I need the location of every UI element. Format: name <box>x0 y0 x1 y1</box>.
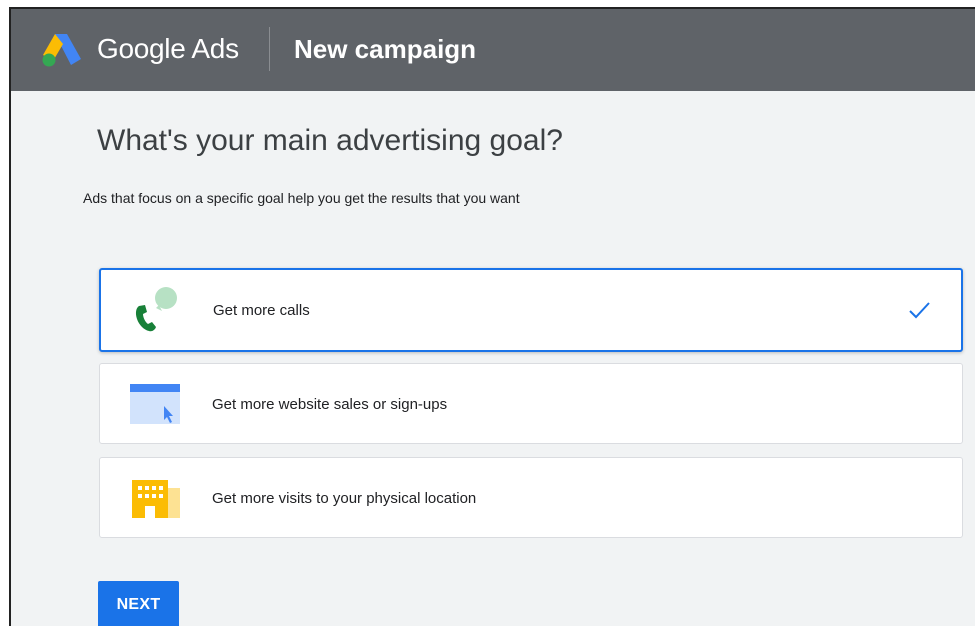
google-ads-logo-icon <box>42 34 81 67</box>
goal-question-heading: What's your main advertising goal? <box>97 124 563 157</box>
goal-description: Ads that focus on a specific goal help y… <box>83 190 520 206</box>
goal-option-calls[interactable]: Get more calls <box>99 268 963 352</box>
next-button[interactable]: NEXT <box>98 581 179 626</box>
header-divider <box>269 27 270 71</box>
goal-label: Get more calls <box>213 302 310 319</box>
goal-option-location[interactable]: Get more visits to your physical locatio… <box>99 457 963 538</box>
goal-option-website[interactable]: Get more website sales or sign-ups <box>99 363 963 444</box>
website-cursor-icon <box>130 384 180 424</box>
building-icon <box>132 480 180 518</box>
brand-name: Google Ads <box>97 33 239 64</box>
check-icon <box>909 302 930 319</box>
goal-label: Get more visits to your physical locatio… <box>212 490 477 507</box>
goal-label: Get more website sales or sign-ups <box>212 396 448 413</box>
phone-call-icon <box>135 287 177 332</box>
app-window: Google Ads New campaign What's your main… <box>9 7 975 626</box>
top-app-bar: Google Ads New campaign <box>11 9 975 91</box>
page-title: New campaign <box>294 34 477 64</box>
